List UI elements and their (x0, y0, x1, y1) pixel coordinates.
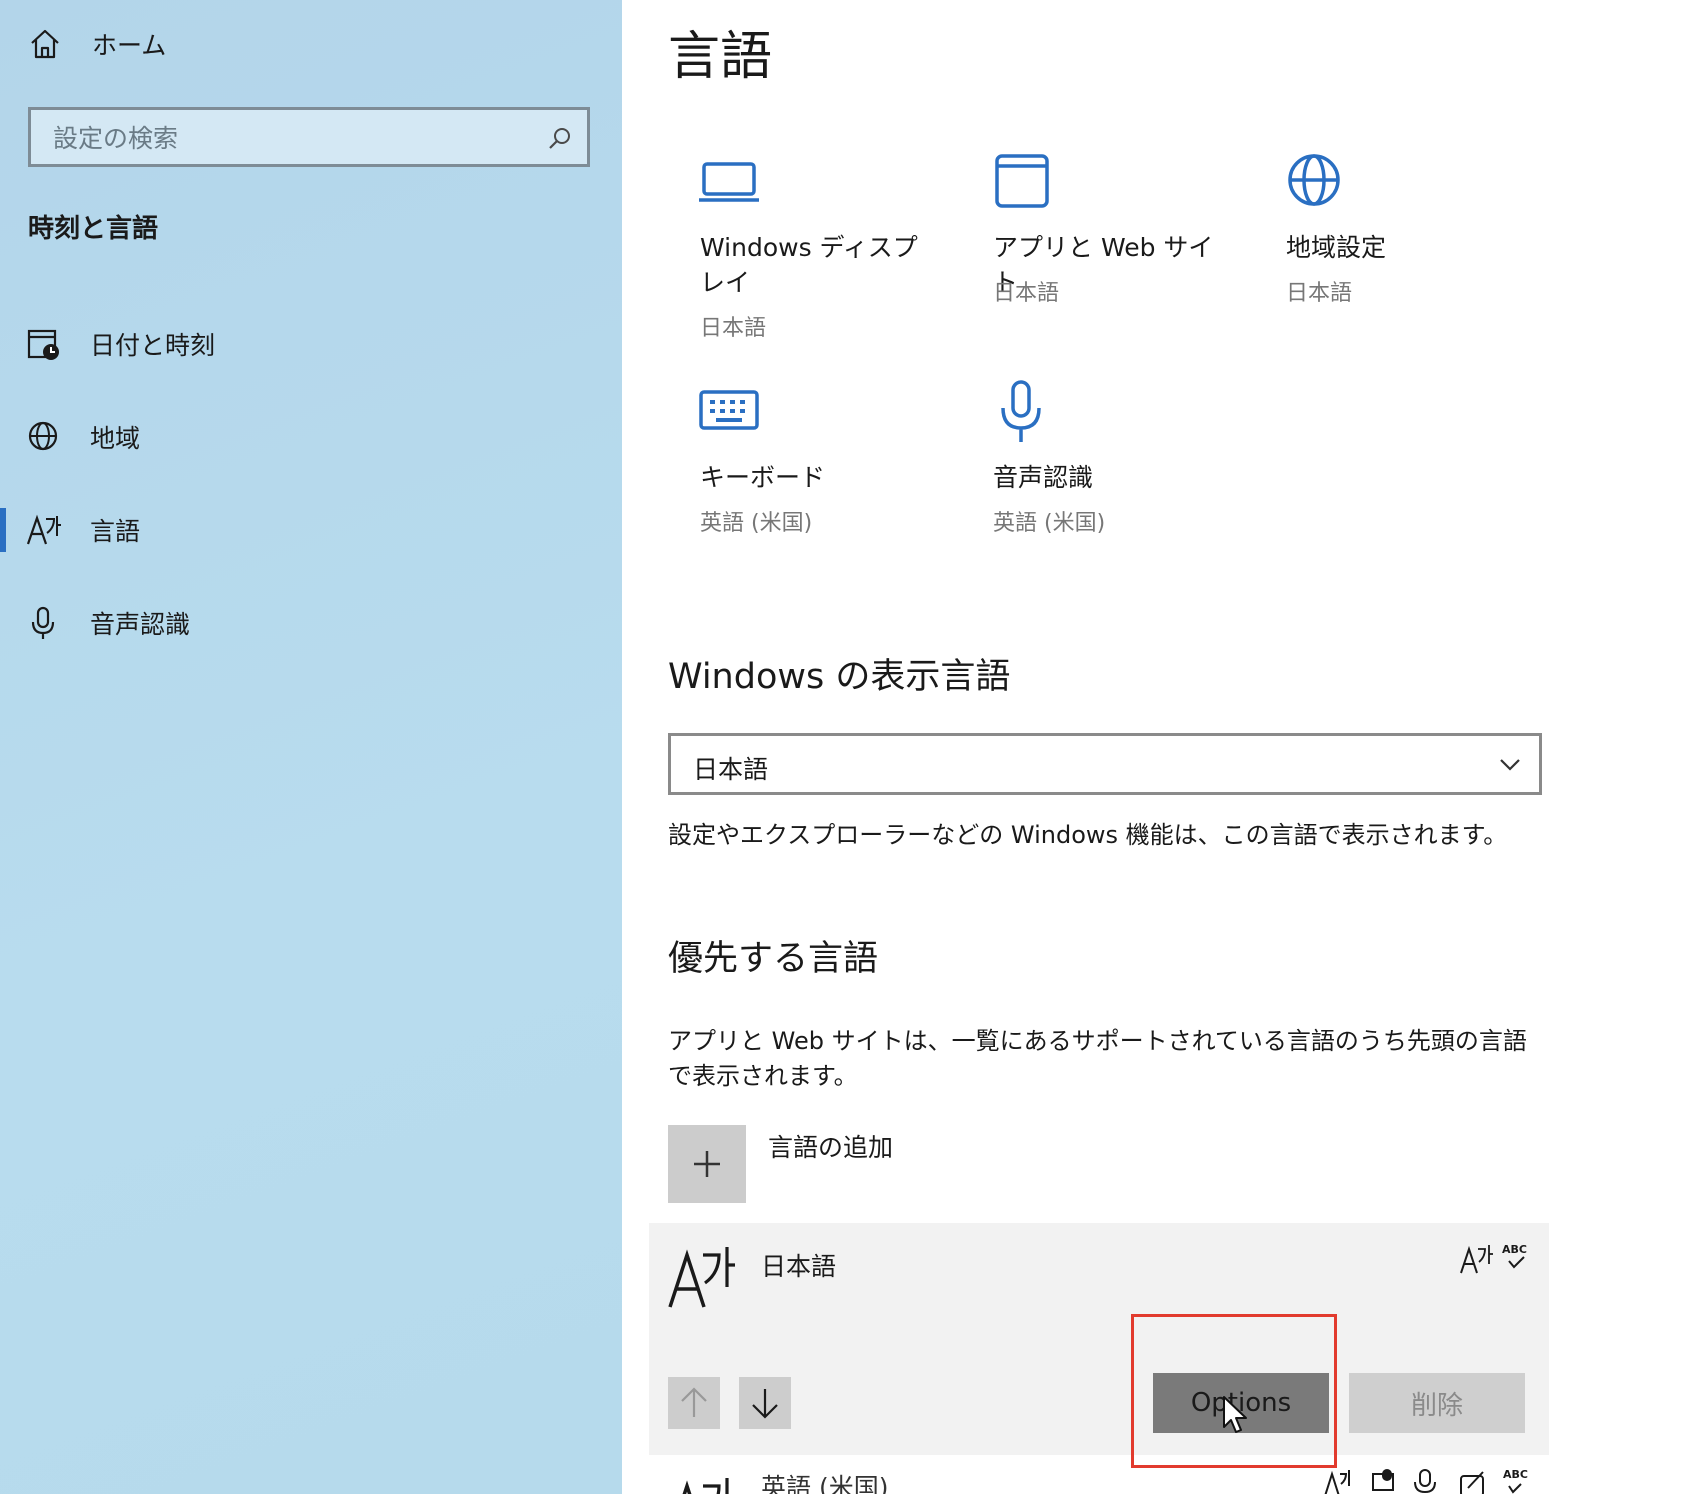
main-content: 言語 Windows ディスプレイ 日本語 アプリと Web サイト 日本語 地… (622, 0, 1694, 1494)
sidebar-item-label: 言語 (90, 517, 141, 546)
move-up-button[interactable] (668, 1377, 720, 1429)
mouse-cursor-icon (1223, 1396, 1247, 1433)
keyboard-icon (699, 390, 759, 430)
tile-sub: 英語 (米国) (993, 511, 1106, 536)
tile-name: 地域設定 (1286, 233, 1387, 262)
language-feature-icons: ABC (1324, 1468, 1528, 1494)
spellcheck-icon: ABC (1502, 1243, 1527, 1269)
sidebar: ホーム 時刻と言語 日付と時刻 地域 言語 (0, 0, 622, 1494)
tile-sub: 日本語 (993, 281, 1060, 306)
microphone-icon (1414, 1469, 1436, 1494)
chevron-down-icon (1500, 759, 1520, 771)
language-icon (668, 1247, 735, 1308)
display-language-feature-icon (1324, 1470, 1350, 1494)
sidebar-item-label: 日付と時刻 (90, 331, 216, 360)
tile-sub: 日本語 (700, 316, 767, 341)
plus-icon (694, 1151, 720, 1177)
handwriting-icon (1460, 1471, 1484, 1494)
calendar-clock-icon (27, 329, 59, 360)
language-item-english-us[interactable]: 英語 (米国) ABC (649, 1466, 1549, 1494)
move-down-button[interactable] (739, 1377, 791, 1429)
language-name: 日本語 (761, 1252, 837, 1281)
home-link[interactable]: ホーム (28, 24, 166, 64)
sidebar-item-language[interactable]: 言語 (0, 498, 622, 562)
language-item-japanese[interactable]: 日本語 ABC Options 削除 (649, 1223, 1549, 1455)
globe-icon (28, 421, 58, 451)
home-icon (31, 29, 59, 59)
add-language-label[interactable]: 言語の追加 (768, 1128, 893, 1164)
display-language-description: 設定やエクスプローラーなどの Windows 機能は、この言語で表示されます。 (668, 821, 1508, 849)
search-input[interactable] (51, 110, 535, 166)
tile-sub: 日本語 (1286, 281, 1353, 306)
display-language-dropdown[interactable]: 日本語 (668, 733, 1542, 795)
sidebar-item-region[interactable]: 地域 (0, 405, 622, 469)
svg-text:ABC: ABC (1502, 1243, 1527, 1256)
language-name: 英語 (米国) (761, 1473, 889, 1494)
arrow-up-icon (681, 1387, 707, 1417)
page-title: 言語 (668, 27, 773, 87)
sidebar-item-speech[interactable]: 音声認識 (0, 591, 622, 655)
microphone-icon (31, 606, 55, 639)
language-icon (26, 514, 61, 545)
tile-name: キーボード (700, 463, 826, 492)
section-title: 時刻と言語 (28, 214, 159, 244)
arrow-down-icon (752, 1389, 778, 1419)
remove-button[interactable]: 削除 (1349, 1373, 1525, 1433)
dropdown-value: 日本語 (693, 755, 769, 784)
add-language-button[interactable] (668, 1125, 746, 1203)
tile-sub: 英語 (米国) (700, 511, 813, 536)
sidebar-item-date-time[interactable]: 日付と時刻 (0, 312, 622, 376)
display-language-heading: Windows の表示言語 (668, 657, 1011, 697)
microphone-icon (1001, 380, 1041, 442)
laptop-icon (699, 162, 759, 202)
display-language-feature-icon (1460, 1245, 1493, 1274)
sidebar-item-label: 音声認識 (90, 610, 191, 639)
search-icon[interactable] (547, 125, 573, 151)
preferred-languages-heading: 優先する言語 (668, 939, 879, 979)
preferred-languages-description: アプリと Web サイトは、一覧にあるサポートされている言語のうち先頭の言語で表… (668, 1027, 1527, 1090)
window-icon (995, 154, 1049, 208)
home-label: ホーム (92, 31, 167, 60)
search-box[interactable] (28, 107, 590, 167)
spellcheck-icon: ABC (1503, 1468, 1528, 1481)
language-icon (682, 1478, 729, 1494)
globe-icon (1288, 154, 1340, 206)
tile-name: 音声認識 (993, 463, 1094, 492)
speech-feature-icon (1372, 1469, 1394, 1491)
tile-name: Windows ディスプレイ (700, 233, 918, 297)
sidebar-item-label: 地域 (90, 424, 141, 453)
